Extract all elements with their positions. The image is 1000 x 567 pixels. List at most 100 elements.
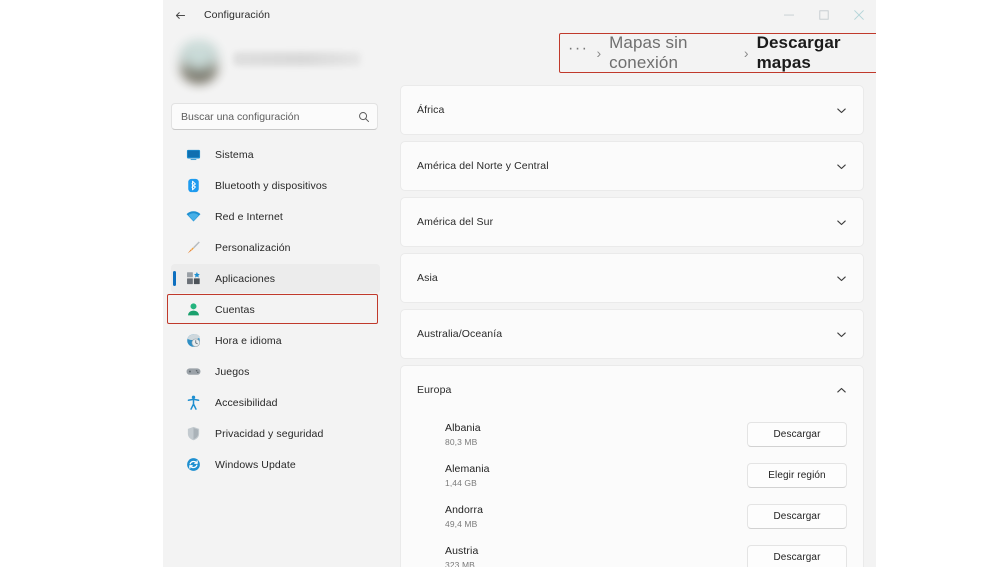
country-row: Andorra 49,4 MB Descargar (401, 496, 863, 537)
bluetooth-icon (185, 177, 202, 194)
sidebar-item-label: Personalización (215, 241, 291, 254)
sidebar-item-windows-update[interactable]: Windows Update (171, 450, 380, 479)
chevron-down-icon[interactable] (833, 158, 849, 174)
window-title: Configuración (204, 9, 271, 21)
sidebar-item-label: Cuentas (215, 303, 255, 316)
content-pane: ··· › Mapas sin conexión › Descargar map… (388, 30, 876, 567)
apps-icon (185, 270, 202, 287)
sidebar-item-label: Aplicaciones (215, 272, 276, 285)
continent-header[interactable]: Asia (401, 254, 863, 302)
sidebar-item-aplicaciones[interactable]: Aplicaciones (171, 264, 380, 293)
continent-card-america-del-norte-y-central: América del Norte y Central (400, 141, 864, 191)
continent-header[interactable]: Europa (401, 366, 863, 414)
sidebar-item-label: Hora e idioma (215, 334, 282, 347)
breadcrumb-overflow-icon[interactable]: ··· (568, 41, 588, 65)
sidebar-item-label: Accesibilidad (215, 396, 278, 409)
sidebar-item-accesibilidad[interactable]: Accesibilidad (171, 388, 380, 417)
avatar (177, 40, 221, 84)
chevron-up-icon[interactable] (833, 382, 849, 398)
minimize-icon[interactable] (771, 0, 806, 30)
choose-region-button[interactable]: Elegir región (747, 463, 847, 488)
sidebar-item-red-e-internet[interactable]: Red e Internet (171, 202, 380, 231)
download-button[interactable]: Descargar (747, 504, 847, 529)
continent-card-america-del-sur: América del Sur (400, 197, 864, 247)
continent-name: América del Sur (417, 216, 494, 228)
continent-name: Asia (417, 272, 438, 284)
sidebar-item-label: Windows Update (215, 458, 296, 471)
sidebar-item-label: Sistema (215, 148, 254, 161)
country-size: 49,4 MB (445, 518, 478, 529)
country-name: Alemania (445, 462, 490, 475)
search-box[interactable] (171, 103, 378, 130)
country-name: Andorra (445, 503, 484, 516)
sidebar-item-bluetooth-y-dispositivos[interactable]: Bluetooth y dispositivos (171, 171, 380, 200)
continent-header[interactable]: África (401, 86, 863, 134)
account-profile[interactable] (171, 36, 371, 90)
country-info: Austria 323 MB (445, 545, 747, 567)
account-name-blurred (233, 52, 361, 66)
country-info: Andorra 49,4 MB (445, 504, 747, 530)
country-info: Albania 80,3 MB (445, 422, 747, 448)
chevron-down-icon[interactable] (833, 270, 849, 286)
country-name: Austria (445, 544, 479, 557)
sidebar: Sistema Bluetooth y dispositivos (163, 30, 388, 567)
chevron-down-icon[interactable] (833, 214, 849, 230)
page-title: Descargar mapas (756, 33, 841, 72)
shield-icon (185, 425, 202, 442)
country-size: 80,3 MB (445, 436, 478, 447)
country-list: Albania 80,3 MB Descargar Alemania 1,44 … (401, 414, 863, 567)
continent-name: Europa (417, 384, 452, 396)
sidebar-item-cuentas[interactable]: Cuentas (171, 295, 380, 324)
search-input[interactable] (172, 110, 351, 123)
update-icon (185, 456, 202, 473)
continent-card-asia: Asia (400, 253, 864, 303)
close-icon[interactable] (841, 0, 876, 30)
sidebar-item-label: Red e Internet (215, 210, 283, 223)
wifi-icon (185, 208, 202, 225)
country-size: 1,44 GB (445, 477, 477, 488)
breadcrumb-parent-link[interactable]: Mapas sin conexión (609, 33, 736, 73)
chevron-down-icon[interactable] (833, 102, 849, 118)
paintbrush-icon (185, 239, 202, 256)
chevron-down-icon[interactable] (833, 326, 849, 342)
country-size: 323 MB (445, 559, 475, 567)
person-icon (185, 301, 202, 318)
sidebar-item-label: Juegos (215, 365, 250, 378)
sidebar-item-sistema[interactable]: Sistema (171, 140, 380, 169)
continent-card-australia-oceania: Australia/Oceanía (400, 309, 864, 359)
continent-name: África (417, 104, 445, 116)
country-name: Albania (445, 421, 481, 434)
sidebar-item-label: Bluetooth y dispositivos (215, 179, 328, 192)
continent-header[interactable]: América del Norte y Central (401, 142, 863, 190)
continent-header[interactable]: Australia/Oceanía (401, 310, 863, 358)
download-button[interactable]: Descargar (747, 422, 847, 447)
window-controls (771, 0, 876, 30)
country-row: Alemania 1,44 GB Elegir región (401, 455, 863, 496)
download-button[interactable]: Descargar (747, 545, 847, 567)
globe-clock-icon (185, 332, 202, 349)
search-icon (351, 111, 377, 123)
breadcrumb-separator: › (596, 45, 602, 61)
continent-card-africa: África (400, 85, 864, 135)
monitor-icon (185, 146, 202, 163)
continent-name: Australia/Oceanía (417, 328, 503, 340)
sidebar-item-privacidad-y-seguridad[interactable]: Privacidad y seguridad (171, 419, 380, 448)
accessibility-icon (185, 394, 202, 411)
sidebar-item-personalizacion[interactable]: Personalización (171, 233, 380, 262)
back-arrow-icon[interactable] (167, 2, 193, 28)
breadcrumb: ··· › Mapas sin conexión › Descargar map… (568, 33, 876, 72)
selection-indicator (173, 271, 176, 286)
gamepad-icon (185, 363, 202, 380)
settings-window: Configuración Buscar una configuración S… (163, 0, 876, 567)
sidebar-nav: Sistema Bluetooth y dispositivos Red e I… (163, 140, 388, 481)
continent-header[interactable]: América del Sur (401, 198, 863, 246)
continent-card-europa: Europa Albania 80,3 MB Descargar Alemani… (400, 365, 864, 567)
sidebar-item-juegos[interactable]: Juegos (171, 357, 380, 386)
country-row: Albania 80,3 MB Descargar (401, 414, 863, 455)
maximize-icon[interactable] (806, 0, 841, 30)
sidebar-item-hora-e-idioma[interactable]: Hora e idioma (171, 326, 380, 355)
continent-name: América del Norte y Central (417, 160, 549, 172)
country-row: Austria 323 MB Descargar (401, 537, 863, 567)
title-bar: Configuración (163, 0, 876, 30)
country-info: Alemania 1,44 GB (445, 463, 747, 489)
